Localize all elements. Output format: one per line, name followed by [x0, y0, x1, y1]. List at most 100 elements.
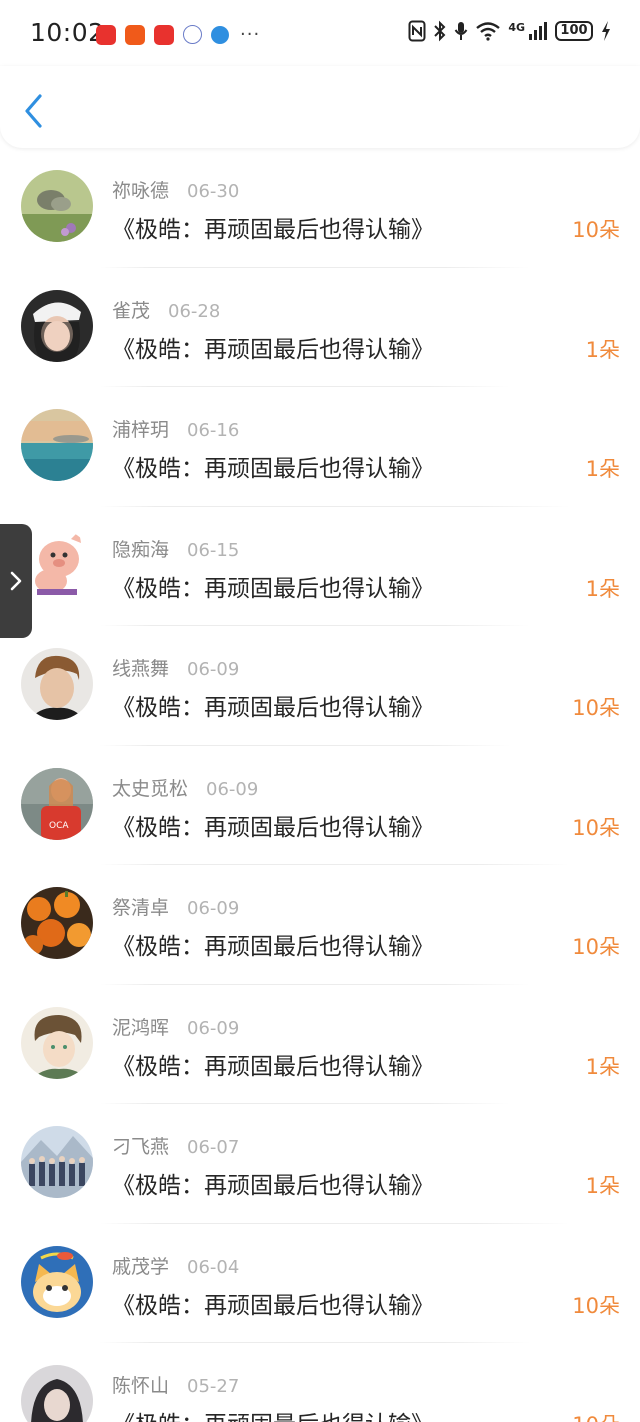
more-notifications-icon: ··· [240, 24, 261, 45]
user-name-text: 隐痴海 [112, 538, 170, 561]
user-name: 祭清卓 06-09 [112, 893, 239, 920]
user-name: 雀茂 06-28 [112, 296, 220, 323]
gift-record-list: 祢咏德 06-30 《极皓：再顽固最后也得认输》 10朵 雀茂 06-28 《极皓：再顽固… [0, 148, 640, 1422]
book-title: 《极皓：再顽固最后也得认输》 [112, 217, 434, 243]
list-item[interactable]: 祢咏德 06-30 《极皓：再顽固最后也得认输》 10朵 [0, 148, 640, 268]
gift-amount: 1朵 [585, 1054, 620, 1079]
bluetooth-icon [434, 20, 446, 42]
list-item[interactable]: 雀茂 06-28 《极皓：再顽固最后也得认输》 1朵 [0, 268, 640, 387]
app-circle-icon [183, 25, 202, 44]
user-name-text: 雀茂 [112, 299, 151, 322]
gift-amount: 10朵 [572, 1293, 620, 1318]
list-item[interactable]: 泥鸿晖 06-09 《极皓：再顽固最后也得认输》 1朵 [0, 985, 640, 1104]
system-icons: 4G 100 [408, 20, 612, 42]
avatar[interactable] [21, 289, 93, 362]
book-title: 《极皓：再顽固最后也得认输》 [112, 934, 434, 960]
book-title: 《极皓：再顽固最后也得认输》 [112, 336, 434, 363]
gift-amount: 1朵 [585, 337, 620, 362]
list-item[interactable]: 陈怀山 05-27 《极皓：再顽固最后也得认输》 10朵 [0, 1343, 640, 1422]
record-date: 06-04 [187, 1256, 240, 1278]
side-drawer-handle[interactable] [0, 524, 32, 638]
gift-amount: 10朵 [572, 815, 620, 840]
top-nav-bar [0, 66, 640, 148]
status-time: 10:02 [30, 18, 105, 47]
user-name-text: 戚茂学 [112, 1255, 170, 1278]
avatar[interactable] [21, 1365, 93, 1422]
huawei-mall-icon [96, 24, 116, 45]
user-name: 泥鸿晖 06-09 [112, 1013, 239, 1040]
signal-icon [529, 22, 547, 40]
gift-amount: 10朵 [572, 1409, 620, 1422]
record-date: 06-28 [168, 300, 221, 322]
record-date: 06-30 [187, 181, 240, 202]
gift-amount: 1朵 [585, 1174, 620, 1198]
avatar[interactable]: OCA [21, 767, 93, 840]
record-date: 06-09 [206, 778, 259, 800]
list-item[interactable]: 戚茂学 06-04 《极皓：再顽固最后也得认输》 10朵 [0, 1224, 640, 1343]
list-item[interactable]: 浦梓玥 06-16 《极皓：再顽固最后也得认输》 1朵 [0, 387, 640, 507]
avatar[interactable] [21, 1126, 93, 1198]
list-item[interactable]: 祭清卓 06-09 《极皓：再顽固最后也得认输》 10朵 [0, 865, 640, 985]
wifi-icon [476, 22, 501, 41]
user-name-text: 祭清卓 [112, 897, 170, 919]
book-title: 《极皓：再顽固最后也得认输》 [112, 1173, 434, 1199]
user-name-text: 祢咏德 [112, 180, 170, 202]
user-name: 隐痴海 06-15 [112, 535, 239, 562]
user-name: 戚茂学 06-04 [112, 1252, 239, 1279]
chevron-left-icon [25, 94, 42, 128]
gift-amount: 10朵 [572, 935, 620, 959]
huawei-mall-icon [154, 24, 174, 45]
user-name: 陈怀山 05-27 [112, 1371, 239, 1398]
app-blue-icon [211, 25, 229, 44]
avatar[interactable] [21, 1006, 93, 1079]
avatar[interactable] [21, 1245, 93, 1318]
user-name-text: 太史觅松 [112, 777, 189, 800]
book-title: 《极皓：再顽固最后也得认输》 [112, 575, 434, 602]
notification-icons: ··· [96, 24, 260, 45]
book-title: 《极皓：再顽固最后也得认输》 [112, 456, 434, 482]
book-title: 《极皓：再顽固最后也得认输》 [112, 1053, 434, 1080]
record-date: 06-09 [187, 898, 240, 919]
user-name-text: 陈怀山 [112, 1375, 170, 1397]
nfc-icon [408, 20, 426, 42]
list-item[interactable]: OCA 太史觅松 06-09 《极皓：再顽固最后也得认输》 10朵 [0, 746, 640, 865]
network-type-label: 4G [508, 20, 525, 34]
avatar[interactable] [21, 409, 93, 481]
microphone-icon [454, 22, 468, 40]
gift-amount: 10朵 [572, 696, 620, 720]
gift-amount: 10朵 [572, 218, 620, 242]
avatar[interactable] [21, 170, 93, 242]
user-name: 太史觅松 06-09 [112, 774, 258, 801]
list-item[interactable]: 刁飞燕 06-07 《极皓：再顽固最后也得认输》 1朵 [0, 1104, 640, 1224]
user-name-text: 泥鸿晖 [112, 1016, 170, 1039]
status-bar: 10:02 ··· 4G 100 [0, 0, 640, 66]
user-name: 浦梓玥 06-16 [112, 415, 239, 442]
record-date: 06-07 [187, 1137, 240, 1158]
list-item[interactable]: 隐痴海 06-15 《极皓：再顽固最后也得认输》 1朵 [0, 507, 640, 626]
record-date: 06-16 [187, 420, 240, 441]
gift-amount: 1朵 [585, 576, 620, 601]
gift-amount: 1朵 [585, 457, 620, 481]
book-title: 《极皓：再顽固最后也得认输》 [112, 1292, 434, 1319]
battery-indicator: 100 [555, 21, 593, 41]
charging-icon [602, 21, 610, 41]
record-date: 06-15 [187, 539, 240, 561]
gallery-app-icon [125, 24, 145, 45]
avatar[interactable] [21, 887, 93, 959]
list-item[interactable]: 线燕舞 06-09 《极皓：再顽固最后也得认输》 10朵 [0, 626, 640, 746]
book-title: 《极皓：再顽固最后也得认输》 [112, 695, 434, 721]
svg-text:OCA: OCA [49, 821, 69, 831]
chevron-right-icon [10, 571, 22, 591]
book-title: 《极皓：再顽固最后也得认输》 [112, 814, 434, 841]
book-title: 《极皓：再顽固最后也得认输》 [112, 1405, 434, 1422]
avatar[interactable] [21, 648, 93, 720]
user-name: 线燕舞 06-09 [112, 654, 239, 681]
user-name: 祢咏德 06-30 [112, 176, 239, 203]
user-name-text: 浦梓玥 [112, 419, 170, 441]
user-name-text: 线燕舞 [112, 658, 170, 680]
record-date: 06-09 [187, 659, 240, 680]
record-date: 06-09 [187, 1017, 240, 1039]
back-button[interactable] [20, 92, 50, 130]
user-name: 刁飞燕 06-07 [112, 1132, 239, 1159]
user-name-text: 刁飞燕 [112, 1136, 170, 1158]
